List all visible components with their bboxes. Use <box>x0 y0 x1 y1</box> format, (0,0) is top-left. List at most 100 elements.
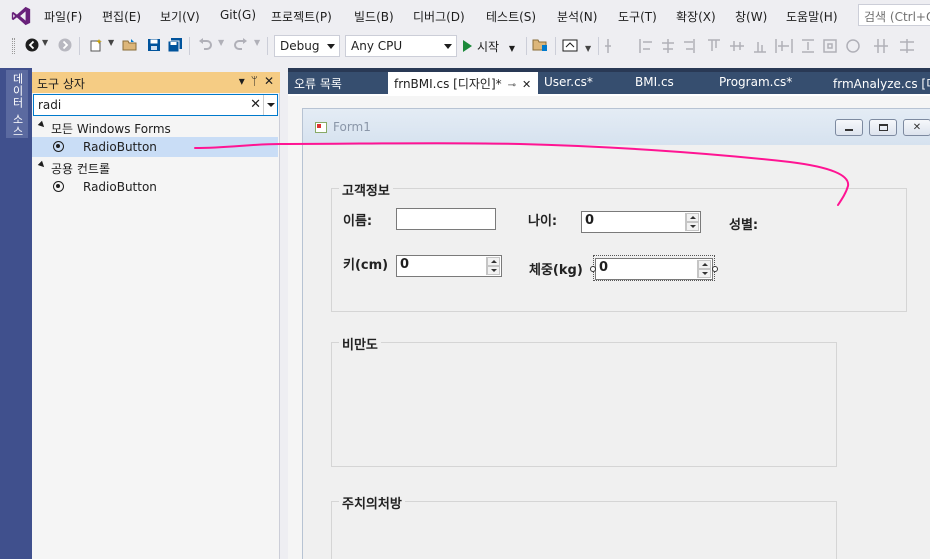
height-numeric-updown[interactable]: 0 <box>396 255 502 277</box>
redo-icon[interactable] <box>232 37 248 53</box>
pin-tab-icon[interactable]: ⊸ <box>508 80 516 91</box>
menu-debug[interactable]: 디버그(D) <box>413 8 465 25</box>
save-icon[interactable] <box>146 37 162 53</box>
toolbox-search-input[interactable]: radi ✕ <box>33 94 278 116</box>
weight-numeric-updown[interactable]: 0 <box>595 258 713 280</box>
expand-arrow-icon[interactable] <box>37 160 47 170</box>
spin-up-icon[interactable] <box>487 257 500 266</box>
tab-frnbmi-designer[interactable]: frnBMI.cs [디자인]* ⊸ ✕ <box>388 72 538 94</box>
groupbox-obesity[interactable]: 비만도 <box>331 334 837 467</box>
chevron-down-icon[interactable]: ▼ <box>108 38 114 47</box>
solution-configuration-select[interactable]: Debug <box>274 35 340 57</box>
weight-value: 0 <box>599 260 609 275</box>
expand-arrow-icon[interactable] <box>37 120 47 130</box>
spinner[interactable] <box>685 213 699 231</box>
minimize-icon <box>845 128 853 131</box>
spinner[interactable] <box>697 260 711 278</box>
window-position-dropdown-icon[interactable]: ▾ <box>239 74 245 88</box>
resize-handle-left[interactable] <box>590 266 596 272</box>
form1-title: Form1 <box>333 120 371 134</box>
chevron-down-icon[interactable]: ▼ <box>585 44 591 53</box>
spin-down-icon[interactable] <box>686 222 699 231</box>
tab-program-cs[interactable]: Program.cs* <box>713 72 827 94</box>
data-sources-tab[interactable]: 데이터 소스 <box>6 70 28 138</box>
menu-build[interactable]: 빌드(B) <box>354 8 394 25</box>
age-numeric-updown[interactable]: 0 <box>581 211 701 233</box>
toolbox-item-radiobutton[interactable]: RadioButton <box>32 177 278 197</box>
menu-analyze[interactable]: 분석(N) <box>557 8 597 25</box>
toolbar-grip[interactable] <box>12 38 15 54</box>
search-options-dropdown-icon[interactable] <box>263 95 277 115</box>
tab-user-cs[interactable]: User.cs* <box>538 72 629 94</box>
platform-value: Any CPU <box>351 39 403 53</box>
chevron-down-icon[interactable]: ▼ <box>42 38 48 47</box>
groupbox-prescription[interactable]: 주치의처방 <box>331 493 837 559</box>
tab-bmi-cs[interactable]: BMI.cs <box>629 72 713 94</box>
chevron-down-icon[interactable]: ▼ <box>254 38 260 47</box>
spin-down-icon[interactable] <box>698 269 711 278</box>
spin-up-icon[interactable] <box>686 213 699 222</box>
close-icon[interactable]: ✕ <box>264 74 274 88</box>
spin-down-icon[interactable] <box>487 266 500 275</box>
menu-test[interactable]: 테스트(S) <box>486 8 536 25</box>
category-label: 공용 컨트롤 <box>51 162 111 176</box>
chevron-down-icon[interactable]: ▼ <box>218 38 224 47</box>
menu-help[interactable]: 도움말(H) <box>786 8 838 25</box>
menu-project[interactable]: 프로젝트(P) <box>271 8 332 25</box>
toolbox-item-radiobutton[interactable]: RadioButton <box>32 137 278 157</box>
menu-bar: 파일(F) 편집(E) 보기(V) Git(G) 프로젝트(P) 빌드(B) 디… <box>0 0 930 32</box>
search-input[interactable]: 검색 (Ctrl+Q) <box>858 4 930 26</box>
menu-tools[interactable]: 도구(T) <box>618 8 657 25</box>
navigate-back-icon[interactable] <box>24 37 40 53</box>
tab-label: 오류 목록 <box>294 77 342 91</box>
name-textbox[interactable] <box>396 208 496 230</box>
close-tab-icon[interactable]: ✕ <box>522 78 531 91</box>
side-tab-strip <box>0 68 32 559</box>
visual-studio-logo-icon[interactable] <box>10 5 32 27</box>
menu-edit[interactable]: 편집(E) <box>102 8 141 25</box>
groupbox-customer-info[interactable]: 고객정보 <box>331 180 907 312</box>
menu-window[interactable]: 창(W) <box>735 8 767 25</box>
undo-icon[interactable] <box>197 37 213 53</box>
toolbar-separator <box>526 37 527 55</box>
start-debugging-button[interactable]: 시작 ▼ <box>463 38 515 55</box>
groupbox-title: 주치의처방 <box>339 493 405 512</box>
new-project-icon[interactable] <box>88 37 104 53</box>
home-designer-icon[interactable] <box>562 37 578 53</box>
play-icon <box>463 40 472 52</box>
form1-window[interactable]: Form1 ✕ 고객정보 이름: 나이: 0 성별: 키(cm) 0 체중(kg… <box>302 108 930 559</box>
tab-label: User.cs* <box>544 75 593 89</box>
resize-handle-right[interactable] <box>712 266 718 272</box>
open-folder-icon[interactable] <box>532 37 548 53</box>
tab-label: Program.cs* <box>719 75 793 89</box>
toolbar-separator <box>79 37 80 55</box>
tab-error-list[interactable]: 오류 목록 <box>288 72 388 94</box>
navigate-forward-icon[interactable] <box>57 37 73 53</box>
save-all-icon[interactable] <box>167 37 183 53</box>
spinner[interactable] <box>486 257 500 275</box>
spin-up-icon[interactable] <box>698 260 711 269</box>
clear-search-icon[interactable]: ✕ <box>250 97 261 112</box>
form1-titlebar[interactable]: Form1 ✕ <box>303 109 930 145</box>
start-label: 시작 <box>477 40 500 54</box>
minimize-button[interactable] <box>835 119 863 136</box>
data-sources-tab-label: 데이터 소스 <box>11 73 24 138</box>
close-button[interactable]: ✕ <box>903 119 930 136</box>
gender-label: 성별: <box>729 218 759 233</box>
layout-alignment-toolbar-icons[interactable] <box>604 37 930 55</box>
toolbox-titlebar[interactable]: 도구 상자 ▾ ᛘ ✕ <box>32 72 280 93</box>
open-file-icon[interactable] <box>122 37 138 53</box>
solution-platform-select[interactable]: Any CPU <box>345 35 457 57</box>
maximize-button[interactable] <box>869 119 897 136</box>
menu-file[interactable]: 파일(F) <box>44 8 82 25</box>
toolbox-category-common-controls[interactable]: 공용 컨트롤 <box>32 157 278 177</box>
menu-view[interactable]: 보기(V) <box>160 8 200 25</box>
chevron-down-icon[interactable]: ▼ <box>509 44 515 53</box>
menu-extensions[interactable]: 확장(X) <box>676 8 716 25</box>
tab-label: frmAnalyze.cs [디자인] <box>833 77 930 91</box>
menu-git[interactable]: Git(G) <box>220 8 256 22</box>
pin-icon[interactable]: ᛘ <box>251 74 258 88</box>
toolbox-category-all-windows-forms[interactable]: 모든 Windows Forms <box>32 117 278 137</box>
tab-frmanalyze-designer[interactable]: frmAnalyze.cs [디자인] <box>827 72 930 94</box>
toolbar-separator <box>189 37 190 55</box>
